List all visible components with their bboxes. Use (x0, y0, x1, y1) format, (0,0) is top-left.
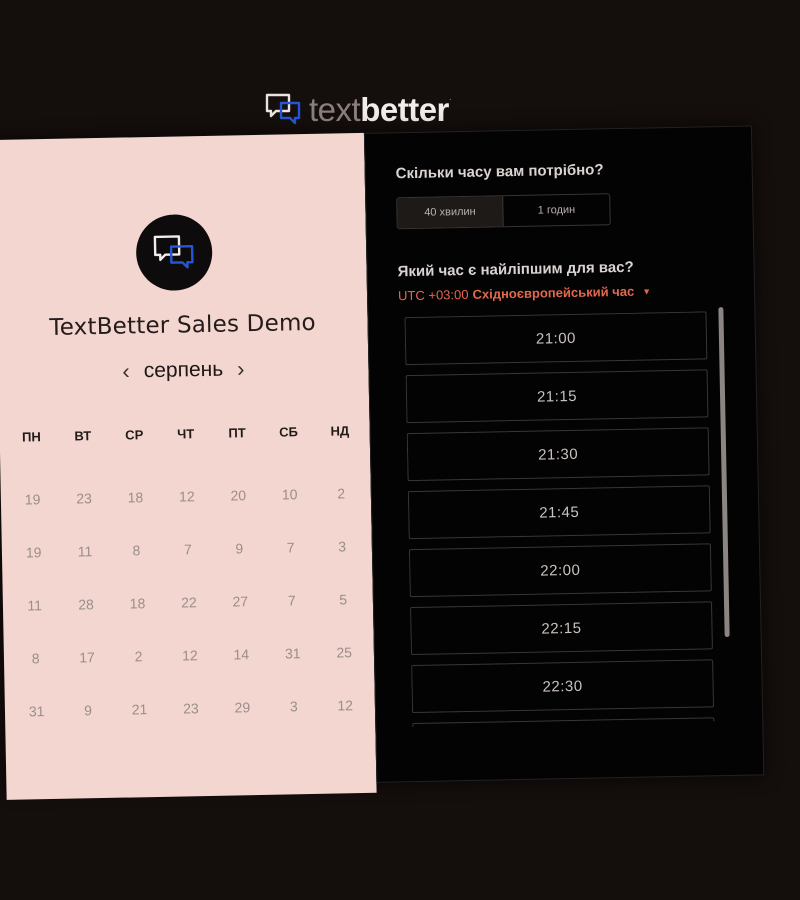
calendar-day: 19 (25, 544, 42, 561)
weekday-tue: ВТ (74, 428, 92, 444)
calendar-day: 22 (180, 594, 197, 611)
next-month-button[interactable]: › (237, 356, 245, 381)
company-avatar (135, 213, 213, 292)
calendar-day: 12 (181, 647, 198, 664)
calendar-day: 28 (78, 596, 95, 613)
slot-list-scrollbar[interactable] (718, 307, 730, 638)
logo-text-light: text (309, 90, 361, 128)
time-slot[interactable]: 22:00 (408, 543, 712, 598)
duration-question: Скільки часу вам потрібно? (395, 161, 604, 183)
chat-bubbles-icon (153, 235, 194, 269)
scheduling-widget: TextBetter Sales Demo ‹ серпень › ПН ВТ … (0, 125, 765, 800)
calendar-day: 12 (178, 488, 195, 505)
calendar-day: 7 (286, 539, 295, 556)
current-month-label: серпень (143, 357, 224, 383)
time-slot[interactable]: 21:45 (407, 485, 711, 540)
calendar-day: 8 (132, 542, 141, 559)
caret-down-icon: ▼ (642, 285, 652, 297)
textbetter-logo: textbetter. (265, 90, 452, 128)
logo-mark: . (448, 91, 452, 103)
calendar-panel: TextBetter Sales Demo ‹ серпень › ПН ВТ … (0, 132, 377, 800)
calendar-day: 10 (281, 486, 298, 503)
logo-wordmark: textbetter. (309, 90, 452, 128)
weekday-sat: СБ (279, 424, 299, 440)
time-slot[interactable]: 21:30 (406, 427, 710, 482)
calendar-day: 23 (76, 490, 92, 507)
time-slot-list: 21:00 21:15 21:30 21:45 22:00 22:15 22:3… (404, 311, 722, 728)
timezone-name: Східноєвропейський час (472, 283, 635, 302)
calendar-day: 17 (79, 649, 96, 666)
calendar-day: 3 (338, 538, 347, 555)
weekday-wed: СР (125, 427, 144, 443)
calendar-day: 2 (337, 485, 346, 502)
calendar-day: 12 (337, 697, 354, 714)
calendar-day: 23 (182, 700, 199, 717)
calendar-day: 21 (131, 701, 148, 718)
calendar-day: 18 (127, 489, 144, 506)
weekday-header: ПН ВТ СР ЧТ ПТ СБ НД (6, 423, 366, 445)
timezone-selector[interactable]: UTC +03:00 Східноєвропейський час ▼ (397, 283, 652, 304)
calendar-day: 27 (232, 593, 249, 610)
time-slot[interactable] (412, 717, 716, 728)
time-slot[interactable]: 22:15 (410, 601, 713, 656)
weekday-sun: НД (330, 423, 350, 439)
time-question: Який час є найліпшим для вас? (397, 258, 634, 281)
time-slot[interactable]: 21:00 (404, 311, 708, 366)
calendar-day: 18 (129, 595, 146, 612)
prev-month-button[interactable]: ‹ (122, 358, 130, 383)
calendar-day: 31 (284, 645, 301, 662)
duration-option-1hour[interactable]: 1 годин (503, 194, 610, 226)
calendar-day: 11 (77, 543, 93, 560)
company-name: TextBetter Sales Demo (49, 309, 317, 341)
calendar-day: 7 (287, 592, 296, 609)
duration-option-40min[interactable]: 40 хвилин (397, 196, 504, 229)
weekday-mon: ПН (21, 429, 41, 445)
calendar-day: 2 (134, 648, 143, 665)
calendar-day: 9 (84, 702, 93, 719)
logo-text-bold: better (360, 90, 449, 128)
month-navigation: ‹ серпень › (0, 355, 369, 386)
weekday-thu: ЧТ (176, 426, 195, 442)
calendar-day: 3 (289, 698, 298, 715)
time-slot[interactable]: 22:30 (411, 659, 715, 714)
calendar-day: 19 (24, 491, 41, 508)
time-slot[interactable]: 21:15 (405, 369, 709, 424)
weekday-fri: ПТ (228, 425, 246, 441)
calendar-day: 31 (28, 703, 45, 720)
calendar-day: 8 (31, 650, 40, 667)
calendar-day: 7 (183, 541, 192, 558)
duration-selector: 40 хвилин 1 годин (396, 193, 611, 230)
calendar-day: 20 (230, 487, 247, 504)
timezone-offset: UTC +03:00 (397, 286, 469, 304)
calendar-day: 9 (235, 540, 244, 557)
calendar-day: 25 (336, 644, 353, 661)
calendar-day: 14 (233, 646, 250, 663)
calendar-day: 5 (339, 591, 348, 608)
calendar-days-grid: 19 23 18 12 20 10 2 19 11 8 7 9 7 3 11 2… (7, 485, 371, 720)
chat-bubbles-icon (265, 93, 301, 125)
calendar-day: 11 (27, 597, 43, 614)
calendar-day: 29 (234, 699, 251, 716)
time-selection-panel: Скільки часу вам потрібно? 40 хвилин 1 г… (363, 125, 765, 783)
